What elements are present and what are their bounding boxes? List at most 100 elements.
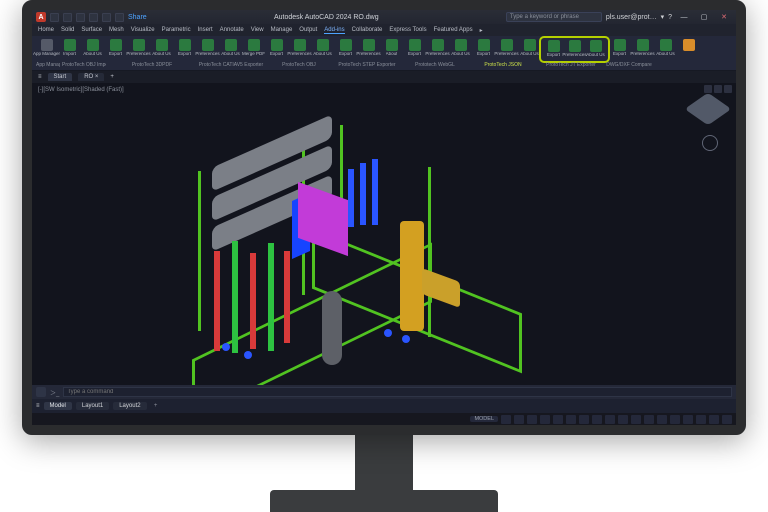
ribbon-button[interactable]: About Us xyxy=(220,39,241,60)
cloud-icon[interactable]: ▾ xyxy=(661,13,665,21)
menu-manage[interactable]: Manage xyxy=(271,27,293,33)
ribbon-button[interactable]: About xyxy=(381,39,402,60)
ribbon-button[interactable]: Preferences xyxy=(358,39,379,60)
ribbon-button[interactable]: About Us xyxy=(312,39,333,60)
qat-new-icon[interactable] xyxy=(50,13,59,22)
menu-view[interactable]: View xyxy=(251,27,264,33)
ribbon-button[interactable]: Preferences xyxy=(564,40,585,59)
viewport-max-icon[interactable] xyxy=(714,85,722,93)
ribbon-button[interactable]: About Us xyxy=(82,39,103,60)
help-icon[interactable]: ? xyxy=(668,14,672,21)
menu-express-tools[interactable]: Express Tools xyxy=(389,27,426,33)
status-clean-screen-icon[interactable] xyxy=(709,415,719,424)
tab-model[interactable]: Model xyxy=(44,402,72,410)
qat-undo-icon[interactable] xyxy=(102,13,111,22)
ribbon-button[interactable]: Preferences xyxy=(128,39,149,60)
status-dyn-input-icon[interactable] xyxy=(605,415,615,424)
command-history-icon[interactable] xyxy=(36,387,46,397)
ribbon-panel-label[interactable]: ProtoTech JT Exporter xyxy=(538,62,604,68)
menu-annotate[interactable]: Annotate xyxy=(220,27,244,33)
menu-visualize[interactable]: Visualize xyxy=(131,27,155,33)
status-dynamic-ucs-icon[interactable] xyxy=(592,415,602,424)
ribbon-panel-label[interactable]: ProtoTech OBJ Import xyxy=(62,62,106,68)
status-space[interactable]: MODEL xyxy=(470,416,498,422)
layout-menu-icon[interactable]: ≡ xyxy=(36,403,40,409)
minimize-button[interactable]: — xyxy=(676,12,692,23)
menu-insert[interactable]: Insert xyxy=(198,27,213,33)
tab-current-file[interactable]: RO × xyxy=(78,73,104,81)
ribbon-button[interactable]: Export xyxy=(266,39,287,60)
ribbon-panel-label[interactable]: ProtoTech 3DPDF xyxy=(108,62,196,68)
ribbon-panel-label[interactable]: App Manager xyxy=(36,62,60,68)
ribbon-button[interactable]: Preferences xyxy=(427,39,448,60)
status-transparency-icon[interactable] xyxy=(631,415,641,424)
ribbon-button[interactable]: Export xyxy=(404,39,425,60)
ribbon-button[interactable]: About Us xyxy=(655,39,676,60)
qat-save-icon[interactable] xyxy=(76,13,85,22)
status-3dosnap-icon[interactable] xyxy=(566,415,576,424)
tab-close-icon[interactable]: × xyxy=(95,74,99,80)
ribbon-button[interactable]: Preferences xyxy=(496,39,517,60)
qat-open-icon[interactable] xyxy=(63,13,72,22)
menu-mesh[interactable]: Mesh xyxy=(109,27,124,33)
status-ortho-icon[interactable] xyxy=(527,415,537,424)
nav-wheel-icon[interactable] xyxy=(702,135,718,151)
user-menu[interactable]: pls.user@prot… xyxy=(606,14,657,21)
ribbon-panel-label[interactable]: ProtoTech OBJ xyxy=(266,62,332,68)
viewport-min-icon[interactable] xyxy=(704,85,712,93)
ribbon-panel-label[interactable]: Prototech WebGL xyxy=(402,62,468,68)
ribbon-panel-label[interactable]: ProtoTech JSON xyxy=(470,62,536,68)
ribbon-button[interactable]: Export xyxy=(543,40,564,59)
ribbon-button[interactable]: App Manager xyxy=(36,39,57,60)
ribbon-button[interactable]: Export xyxy=(473,39,494,60)
file-menu-icon[interactable]: ≡ xyxy=(38,74,42,80)
status-polar-icon[interactable] xyxy=(540,415,550,424)
viewport-close-icon[interactable] xyxy=(724,85,732,93)
help-search-input[interactable]: Type a keyword or phrase xyxy=(506,12,602,22)
ribbon-panel-label[interactable]: ProtoTech STEP Exporter xyxy=(334,62,400,68)
maximize-button[interactable]: ▢ xyxy=(696,12,712,23)
ribbon-button[interactable]: Preferences xyxy=(197,39,218,60)
tab-layout2[interactable]: Layout2 xyxy=(113,402,146,410)
viewcube[interactable] xyxy=(685,93,732,126)
tab-layout1[interactable]: Layout1 xyxy=(76,402,109,410)
ribbon-button[interactable]: Export xyxy=(609,39,630,60)
ribbon-button[interactable]: Export xyxy=(105,39,126,60)
menu-parametric[interactable]: Parametric xyxy=(162,27,191,33)
status-snap-icon[interactable] xyxy=(514,415,524,424)
ribbon-panel-label[interactable]: ProtoTech CATIAV5 Exporter xyxy=(198,62,264,68)
ribbon-button[interactable]: About Us xyxy=(151,39,172,60)
menu-output[interactable]: Output xyxy=(299,27,317,33)
status-annotation-icon[interactable] xyxy=(657,415,667,424)
menu-surface[interactable]: Surface xyxy=(81,27,102,33)
ribbon-button[interactable]: Preferences xyxy=(632,39,653,60)
menu-addins[interactable]: Add-ins xyxy=(324,27,344,34)
status-grid-icon[interactable] xyxy=(501,415,511,424)
menu-collaborate[interactable]: Collaborate xyxy=(352,27,383,33)
new-tab-button[interactable]: + xyxy=(110,74,114,80)
menu-featured-apps[interactable]: Featured Apps xyxy=(434,27,473,33)
status-lineweight-icon[interactable] xyxy=(618,415,628,424)
ribbon-button[interactable] xyxy=(678,39,699,60)
status-hardware-accel-icon[interactable] xyxy=(683,415,693,424)
ribbon-button[interactable]: About Us xyxy=(450,39,471,60)
menu-home[interactable]: Home xyxy=(38,27,54,33)
status-osnap-icon[interactable] xyxy=(553,415,563,424)
tab-start[interactable]: Start xyxy=(48,73,73,81)
ribbon-button[interactable]: Import xyxy=(59,39,80,60)
app-logo[interactable]: A xyxy=(36,12,46,22)
close-button[interactable]: ✕ xyxy=(716,12,732,23)
ribbon-button[interactable]: Preferences xyxy=(289,39,310,60)
menu-overflow-icon[interactable]: ▸ xyxy=(480,27,483,34)
command-input[interactable] xyxy=(63,387,732,397)
share-link[interactable]: Share xyxy=(128,14,147,21)
ribbon-button[interactable]: About Us xyxy=(519,39,540,60)
drawing-viewport[interactable]: [-][SW Isometric][Shaded (Fast)] xyxy=(32,83,736,393)
ribbon-button[interactable]: Export xyxy=(174,39,195,60)
qat-saveas-icon[interactable] xyxy=(89,13,98,22)
status-workspace-icon[interactable] xyxy=(670,415,680,424)
viewport-label[interactable]: [-][SW Isometric][Shaded (Fast)] xyxy=(38,87,124,93)
ribbon-button[interactable]: Merge PDF xyxy=(243,39,264,60)
ribbon-button[interactable]: About Us xyxy=(585,40,606,59)
status-customize-icon[interactable] xyxy=(722,415,732,424)
